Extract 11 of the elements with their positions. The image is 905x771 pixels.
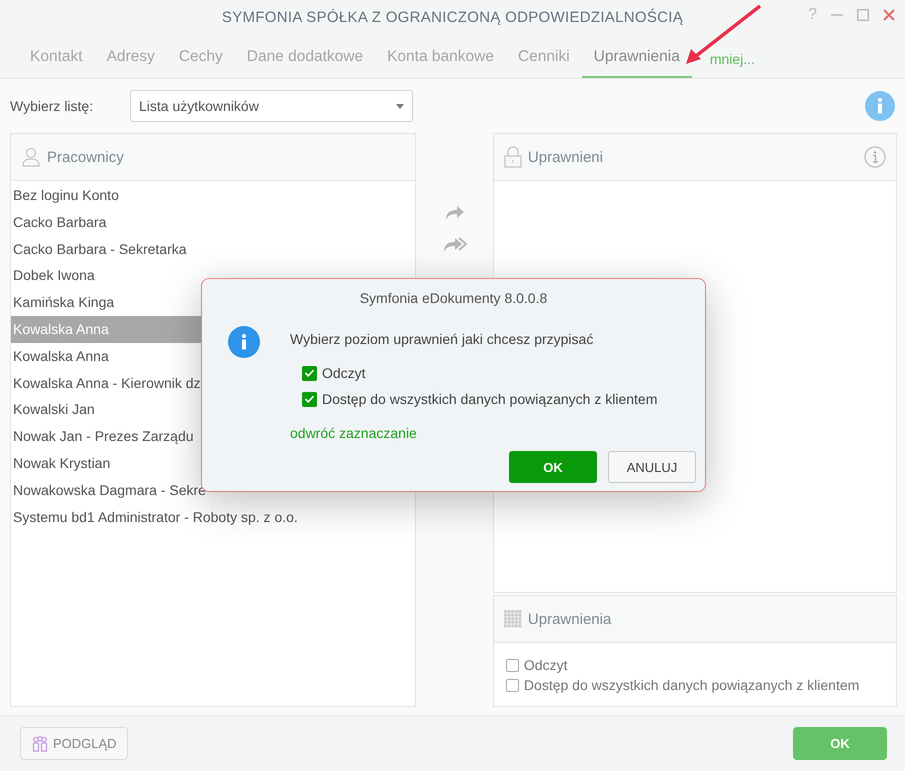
checkbox-label: Dostęp do wszystkich danych powiązanych z klientem [524, 677, 860, 693]
panel-title: Pracownicy [47, 148, 124, 166]
dialog-message: Wybierz poziom uprawnień jaki chcesz przypisać [290, 330, 594, 347]
checkbox-label: Dostęp do wszystkich danych powiązanych z klientem [322, 391, 658, 407]
checkbox-label: Odczyt [322, 365, 366, 381]
panel-title: Uprawnienia [528, 610, 612, 628]
dialog-title: Symfonia eDokumenty 8.0.0.8 [358, 289, 548, 306]
window-title: SYMFONIA SPÓŁKA Z OGRANICZONĄ ODPOWIEDZIALNOŚCIĄ [222, 8, 684, 26]
list-label: Wybierz listę: [10, 98, 94, 114]
panel-title: Uprawnieni [528, 148, 603, 166]
checkbox-label: Odczyt [524, 657, 568, 673]
